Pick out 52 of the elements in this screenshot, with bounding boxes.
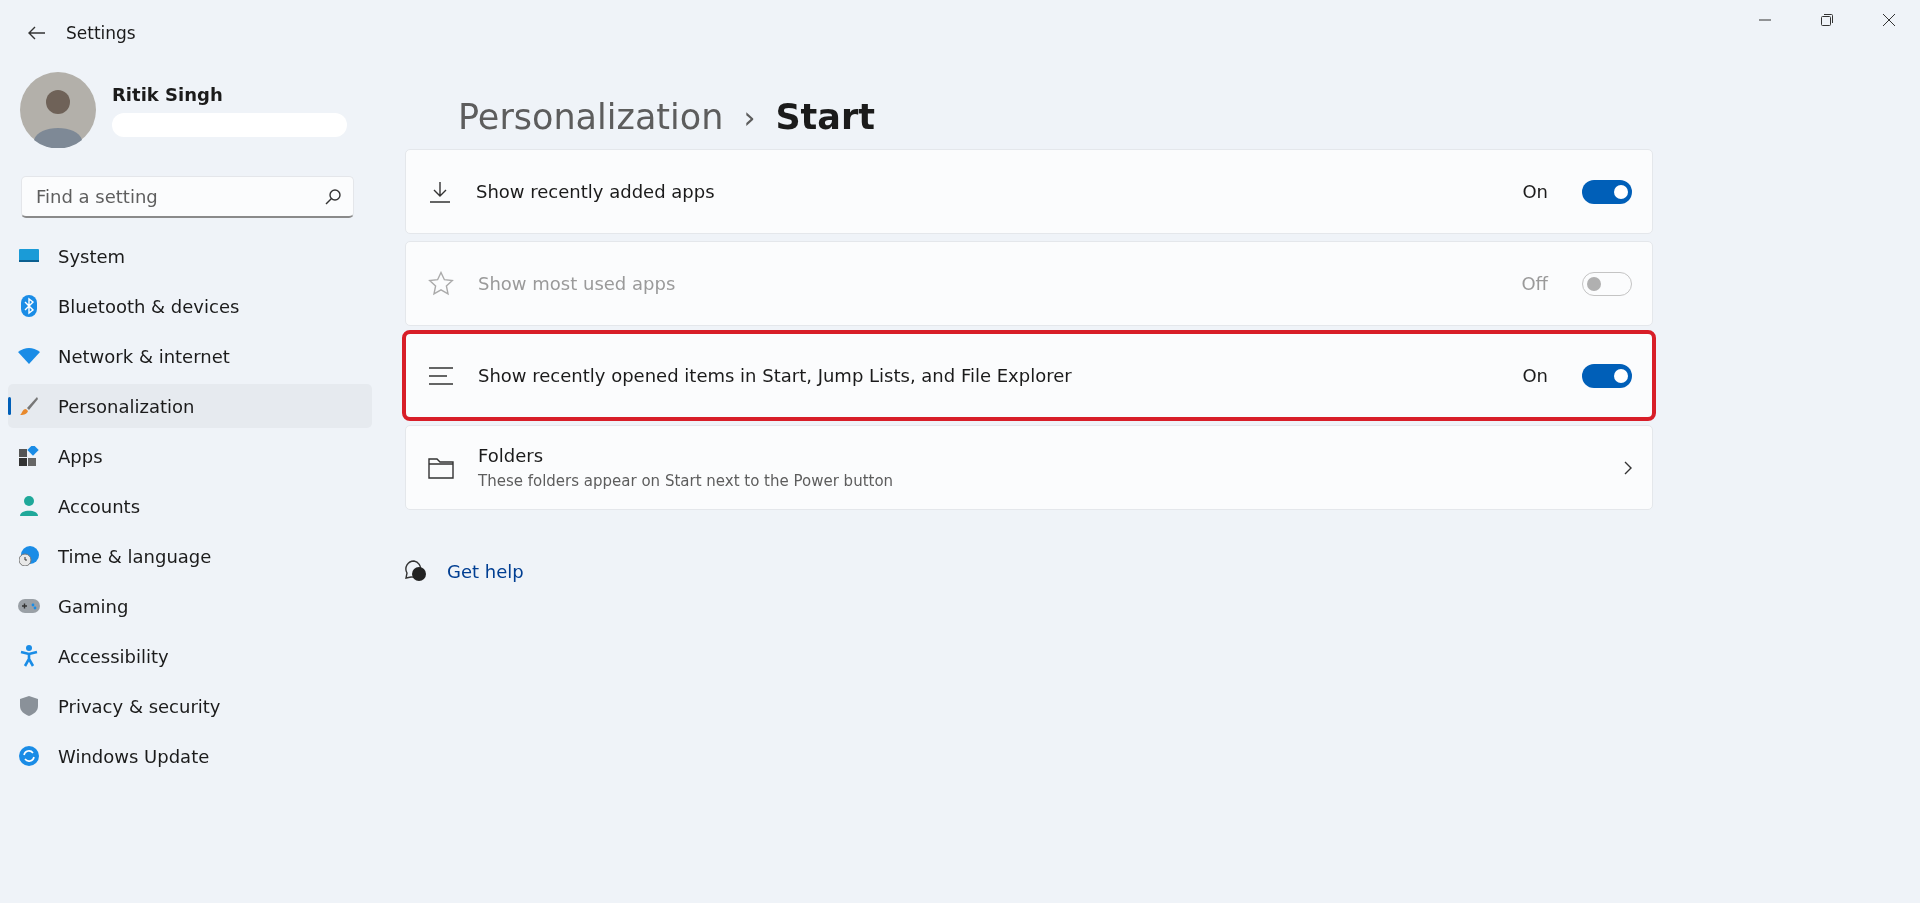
star-icon (428, 270, 454, 297)
breadcrumb-link[interactable]: Personalization (458, 100, 724, 135)
setting-description: These folders appear on Start next to the Power button (478, 472, 895, 490)
nav-item[interactable]: Gaming (8, 584, 372, 628)
window-title: Settings (66, 23, 136, 43)
nav-item[interactable]: Privacy & security (8, 684, 372, 728)
nav-item[interactable]: Personalization (8, 384, 372, 428)
setting-label: Folders (478, 445, 544, 466)
chevron-right-icon (1624, 460, 1632, 475)
nav-item[interactable]: Windows Update (8, 734, 372, 778)
setting-label: Show most used apps (478, 273, 676, 294)
nav-item[interactable]: Accessibility (8, 634, 372, 678)
bluetooth-icon (21, 295, 37, 317)
brush-icon (19, 396, 39, 416)
monitor-icon (19, 248, 39, 264)
nav-item[interactable]: Time & language (8, 534, 372, 578)
toggle-state-label: Off (1521, 273, 1548, 294)
selection-indicator (8, 397, 11, 415)
setting-card[interactable]: Folders These folders appear on Start next to the Power button (405, 425, 1653, 510)
wifi-icon (18, 348, 40, 364)
nav-item[interactable]: Apps (8, 434, 372, 478)
download-icon (428, 179, 452, 204)
search-icon (325, 188, 341, 205)
nav-item[interactable]: System (8, 234, 372, 278)
setting-label: Show recently added apps (476, 181, 715, 202)
page-title: Start (775, 100, 875, 135)
restore-icon[interactable] (1821, 14, 1833, 26)
gamepad-icon (18, 599, 40, 613)
toggle-state-label: On (1522, 181, 1548, 202)
nav-item[interactable]: Accounts (8, 484, 372, 528)
back-arrow-icon[interactable] (28, 26, 46, 40)
nav-item[interactable]: Bluetooth & devices (8, 284, 372, 328)
user-name: Ritik Singh (112, 83, 224, 105)
shield-icon (20, 696, 38, 716)
get-help-link[interactable]: Get help (447, 560, 524, 582)
toggle-switch[interactable] (1582, 363, 1632, 388)
search-box[interactable]: Find a setting (21, 176, 354, 218)
toggle-switch[interactable] (1582, 179, 1632, 204)
breadcrumb-separator: › (743, 102, 756, 133)
help-icon (405, 560, 427, 582)
folder-icon (428, 456, 454, 479)
nav-item[interactable]: Network & internet (8, 334, 372, 378)
globe-clock-icon (19, 546, 39, 566)
toggle-state-label: On (1522, 365, 1548, 386)
list-icon (428, 365, 454, 386)
search-field[interactable]: Find a setting (34, 185, 325, 208)
accessibility-icon (20, 645, 38, 667)
apps-icon (19, 446, 39, 466)
person-icon (20, 496, 38, 516)
close-icon[interactable] (1883, 14, 1895, 26)
setting-label: Show recently opened items in Start, Jump Lists, and File Explorer (478, 365, 1072, 386)
sync-icon (19, 746, 39, 766)
